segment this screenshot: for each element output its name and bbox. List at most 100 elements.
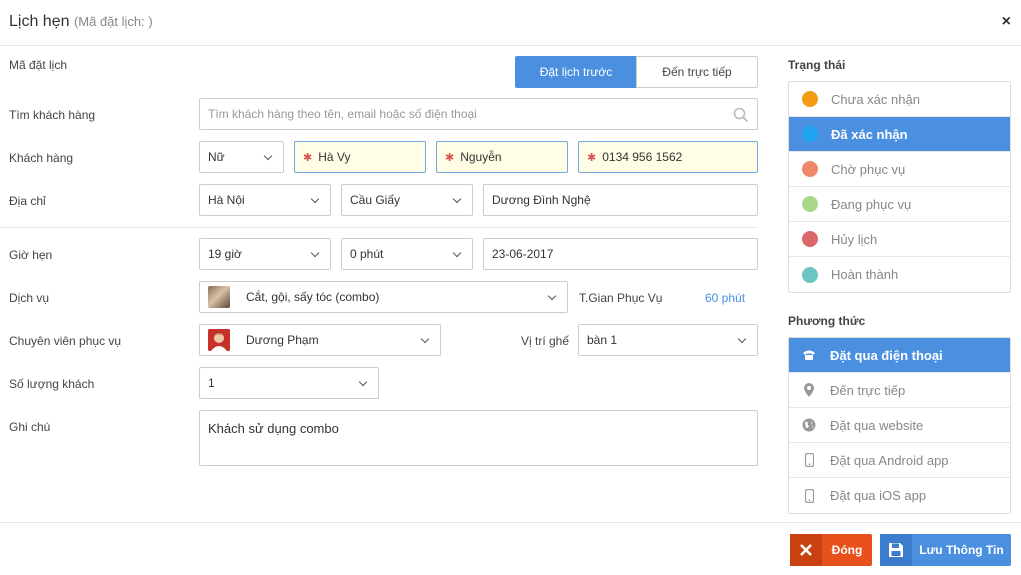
appointment-time-label: Giờ hẹn xyxy=(9,248,53,262)
method-label: Đặt qua điện thoại xyxy=(830,347,943,363)
status-label: Chưa xác nhận xyxy=(831,91,920,107)
staff-select[interactable]: Dương Phạm xyxy=(199,324,441,356)
method-label: Đặt qua Android app xyxy=(830,452,949,468)
gender-select[interactable]: Nữ xyxy=(199,141,284,173)
globe-icon xyxy=(802,418,816,432)
service-select[interactable]: Cắt, gội, sấy tóc (combo) xyxy=(199,281,568,313)
minute-select[interactable]: 0 phút xyxy=(341,238,473,270)
seat-label: Vị trí ghế xyxy=(521,334,570,348)
status-item-waiting[interactable]: Chờ phục vụ xyxy=(789,152,1010,187)
close-icon[interactable]: × xyxy=(1002,13,1011,31)
close-button-label: Đóng xyxy=(831,543,863,557)
save-button[interactable]: Lưu Thông Tin xyxy=(880,534,1011,566)
status-dot xyxy=(802,91,818,107)
status-item-cancelled[interactable]: Hủy lịch xyxy=(789,222,1010,257)
method-item-phone[interactable]: Đặt qua điện thoại xyxy=(789,338,1010,373)
method-item-android[interactable]: Đặt qua Android app xyxy=(789,443,1010,478)
note-value: Khách sử dụng combo xyxy=(208,421,339,436)
service-thumbnail xyxy=(208,286,230,308)
phone-value: 0134 956 1562 xyxy=(602,150,683,164)
status-label: Hoàn thành xyxy=(831,267,899,282)
seat-value: bàn 1 xyxy=(587,333,618,347)
method-item-ios[interactable]: Đặt qua iOS app xyxy=(789,478,1010,513)
status-dot xyxy=(802,196,818,212)
status-label: Hủy lịch xyxy=(831,231,878,247)
duration-value: 60 phút xyxy=(705,291,746,305)
street-value: Dương Đình Nghệ xyxy=(492,193,591,207)
required-marker: ✱ xyxy=(303,151,313,164)
status-list: Chưa xác nhận Đã xác nhận Chờ phục vụ Đa… xyxy=(788,81,1011,293)
method-label: Đặt qua iOS app xyxy=(830,488,927,503)
status-dot xyxy=(802,266,818,283)
modal-header: Lịch hẹn (Mã đặt lịch: ) × xyxy=(0,0,1021,46)
save-button-label: Lưu Thông Tin xyxy=(919,543,1004,557)
service-label: Dịch vụ xyxy=(9,291,50,305)
modal-title: Lịch hẹn (Mã đặt lịch: ) xyxy=(9,13,153,31)
hour-value: 19 giờ xyxy=(208,247,242,261)
save-icon xyxy=(880,534,912,566)
close-x-icon xyxy=(790,534,822,566)
mobile-icon xyxy=(802,488,816,503)
search-icon[interactable] xyxy=(733,107,749,123)
status-label: Đã xác nhận xyxy=(831,126,908,142)
method-label: Đặt qua website xyxy=(830,417,924,433)
customer-label: Khách hàng xyxy=(9,151,74,165)
status-item-unconfirmed[interactable]: Chưa xác nhận xyxy=(789,82,1010,117)
guests-value: 1 xyxy=(208,376,215,390)
appointment-modal: Lịch hẹn (Mã đặt lịch: ) × Mã đặt lịch Đ… xyxy=(0,0,1021,575)
section-divider xyxy=(0,227,757,228)
note-textarea[interactable]: Khách sử dụng combo xyxy=(199,410,758,466)
note-label: Ghi chú xyxy=(9,420,51,434)
city-select[interactable]: Hà Nội xyxy=(199,184,331,216)
search-input[interactable]: Tìm khách hàng theo tên, email hoặc số đ… xyxy=(199,98,758,130)
footer-divider xyxy=(0,522,1021,523)
booking-code-subtitle: (Mã đặt lịch: ) xyxy=(73,14,153,29)
status-label: Chờ phục vụ xyxy=(831,161,906,177)
district-value: Cầu Giấy xyxy=(350,193,401,207)
status-item-confirmed[interactable]: Đã xác nhận xyxy=(789,117,1010,152)
status-dot xyxy=(802,161,818,177)
required-marker: ✱ xyxy=(445,151,455,164)
duration-label: T.Gian Phục Vụ xyxy=(579,291,663,305)
street-field[interactable]: Dương Đình Nghệ xyxy=(483,184,758,216)
guests-label: Số lượng khách xyxy=(9,377,95,391)
address-label: Địa chỉ xyxy=(9,194,46,208)
method-title: Phương thức xyxy=(788,314,866,328)
booking-code-label: Mã đặt lịch xyxy=(9,58,68,72)
last-name-value: Nguyễn xyxy=(460,150,502,164)
search-placeholder: Tìm khách hàng theo tên, email hoặc số đ… xyxy=(208,107,477,121)
mobile-icon xyxy=(802,453,816,467)
city-value: Hà Nội xyxy=(208,193,245,207)
date-field[interactable]: 23-06-2017 xyxy=(483,238,758,270)
status-item-serving[interactable]: Đang phục vụ xyxy=(789,187,1010,222)
location-pin-icon xyxy=(802,383,816,397)
service-value: Cắt, gội, sấy tóc (combo) xyxy=(246,290,380,304)
staff-avatar xyxy=(208,329,230,351)
staff-value: Dương Phạm xyxy=(246,333,319,347)
last-name-field[interactable]: ✱ Nguyễn xyxy=(436,141,568,173)
first-name-field[interactable]: ✱ Hà Vy xyxy=(294,141,426,173)
hour-select[interactable]: 19 giờ xyxy=(199,238,331,270)
close-button[interactable]: Đóng xyxy=(790,534,872,566)
search-customer-label: Tìm khách hàng xyxy=(9,108,96,122)
first-name-value: Hà Vy xyxy=(318,150,351,164)
tab-walk-in[interactable]: Đến trực tiếp xyxy=(636,56,758,88)
required-marker: ✱ xyxy=(587,151,597,164)
phone-icon xyxy=(802,348,816,362)
tab-booking-advance[interactable]: Đặt lịch trước xyxy=(515,56,637,88)
staff-label: Chuyên viên phục vụ xyxy=(9,334,122,348)
date-value: 23-06-2017 xyxy=(492,247,554,261)
status-item-completed[interactable]: Hoàn thành xyxy=(789,257,1010,292)
guests-select[interactable]: 1 xyxy=(199,367,379,399)
phone-field[interactable]: ✱ 0134 956 1562 xyxy=(578,141,758,173)
status-title: Trạng thái xyxy=(788,58,846,72)
method-item-walk-in[interactable]: Đến trực tiếp xyxy=(789,373,1010,408)
status-dot xyxy=(802,231,818,247)
method-label: Đến trực tiếp xyxy=(830,382,906,398)
seat-select[interactable]: bàn 1 xyxy=(578,324,758,356)
title-text: Lịch hẹn xyxy=(9,13,70,30)
status-dot xyxy=(802,126,818,142)
district-select[interactable]: Cầu Giấy xyxy=(341,184,473,216)
minute-value: 0 phút xyxy=(350,247,384,261)
method-item-website[interactable]: Đặt qua website xyxy=(789,408,1010,443)
